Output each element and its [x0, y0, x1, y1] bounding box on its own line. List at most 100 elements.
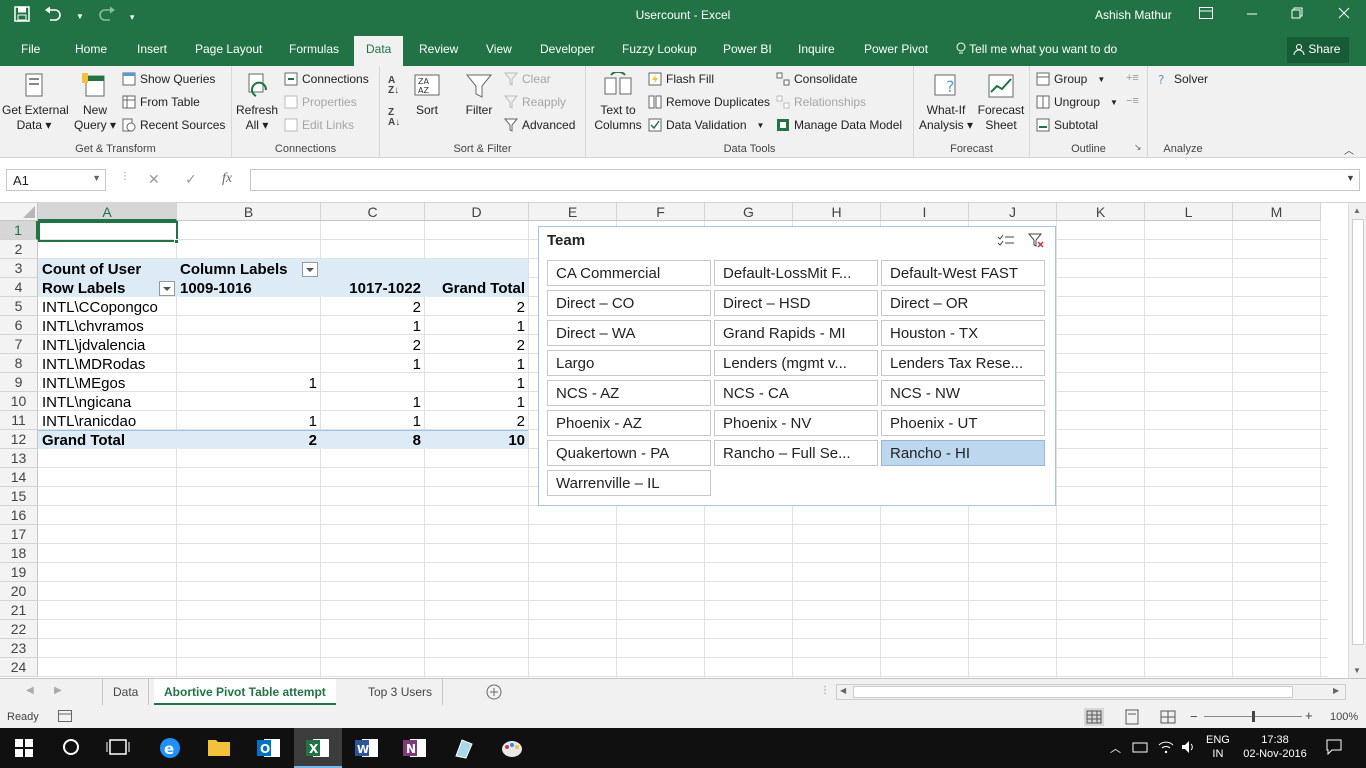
- sort-za-icon[interactable]: Z A↓: [388, 108, 400, 128]
- slicer-item[interactable]: Houston - TX: [881, 320, 1045, 346]
- slicer-item[interactable]: Phoenix - UT: [881, 410, 1045, 436]
- column-header-h[interactable]: H: [793, 203, 881, 221]
- slicer-item[interactable]: Direct – HSD: [714, 290, 878, 316]
- slicer-item[interactable]: Warrenville – IL: [547, 470, 711, 496]
- file-explorer-icon[interactable]: [206, 736, 232, 760]
- new-sheet-icon[interactable]: [485, 683, 503, 704]
- row-header-13[interactable]: 13: [0, 449, 38, 468]
- scroll-left-icon[interactable]: ◀: [840, 686, 846, 695]
- row-header-7[interactable]: 7: [0, 335, 38, 354]
- row-header-23[interactable]: 23: [0, 639, 38, 658]
- notifications-icon[interactable]: [1326, 739, 1342, 758]
- scroll-down-icon[interactable]: ▼: [1353, 666, 1361, 675]
- row-header-20[interactable]: 20: [0, 582, 38, 601]
- forecast-sheet-button[interactable]: Forecast Sheet: [974, 72, 1028, 133]
- clear-filter-icon[interactable]: [1027, 233, 1044, 252]
- row-header-16[interactable]: 16: [0, 506, 38, 525]
- data-validation-button[interactable]: Data Validation ▼: [648, 118, 764, 132]
- what-if-analysis-button[interactable]: ? What-If Analysis ▾: [918, 72, 974, 133]
- tab-file[interactable]: File: [21, 42, 40, 56]
- row-header-3[interactable]: 3: [0, 259, 38, 278]
- pivot-value-cell[interactable]: 2: [321, 336, 424, 355]
- ungroup-button[interactable]: Ungroup ▼: [1036, 95, 1118, 109]
- horizontal-scrollbar[interactable]: ◀ ▶: [836, 684, 1346, 700]
- row-header-21[interactable]: 21: [0, 601, 38, 620]
- row-header-14[interactable]: 14: [0, 468, 38, 487]
- text-to-columns-button[interactable]: Text to Columns: [590, 72, 646, 133]
- user-name[interactable]: Ashish Mathur: [1095, 8, 1172, 22]
- pivot-row-labels[interactable]: Row Labels: [39, 279, 128, 298]
- row-header-2[interactable]: 2: [0, 240, 38, 259]
- filter-button[interactable]: Filter: [462, 72, 496, 118]
- macro-record-icon[interactable]: [58, 710, 72, 725]
- clock[interactable]: 17:38 02-Nov-2016: [1240, 733, 1310, 761]
- edge-browser-icon[interactable]: e: [158, 736, 184, 760]
- row-header-18[interactable]: 18: [0, 544, 38, 563]
- show-hidden-icons[interactable]: ︿: [1110, 740, 1121, 756]
- column-header-m[interactable]: M: [1233, 203, 1321, 221]
- row-header-19[interactable]: 19: [0, 563, 38, 582]
- remove-duplicates-button[interactable]: Remove Duplicates: [648, 95, 770, 109]
- tab-fuzzy-lookup[interactable]: Fuzzy Lookup: [622, 42, 697, 56]
- column-header-c[interactable]: C: [321, 203, 425, 221]
- row-header-1[interactable]: 1: [0, 221, 38, 240]
- search-icon[interactable]: [60, 736, 86, 760]
- pivot-column-header[interactable]: 1017-1022: [321, 279, 424, 298]
- reapply-button[interactable]: Reapply: [504, 95, 566, 109]
- row-header-4[interactable]: 4: [0, 278, 38, 297]
- pivot-value-cell[interactable]: [177, 393, 320, 412]
- from-table-button[interactable]: From Table: [122, 95, 200, 109]
- scroll-sheets-left-icon[interactable]: ◀: [26, 685, 34, 696]
- row-header-8[interactable]: 8: [0, 354, 38, 373]
- row-header-11[interactable]: 11: [0, 411, 38, 430]
- pivot-row-label[interactable]: INTL\ngicana: [39, 393, 134, 412]
- pivot-row-label[interactable]: INTL\MEgos: [39, 374, 128, 393]
- excel-icon[interactable]: X: [294, 728, 342, 768]
- pivot-row-label[interactable]: INTL\jdvalencia: [39, 336, 148, 355]
- pivot-grand-total-value[interactable]: 10: [425, 431, 528, 450]
- row-header-12[interactable]: 12: [0, 430, 38, 449]
- pivot-row-total[interactable]: 1: [425, 374, 528, 393]
- windows-start-icon[interactable]: [14, 736, 40, 760]
- column-header-f[interactable]: F: [617, 203, 705, 221]
- team-slicer[interactable]: Team CA Commercial Default-LossMit F... De…: [538, 226, 1056, 506]
- split-handle-icon[interactable]: ⋮: [820, 685, 830, 696]
- sheet-tab-data[interactable]: Data: [102, 679, 150, 705]
- share-button[interactable]: Share: [1287, 37, 1349, 63]
- sort-az-icon[interactable]: A Z↓: [388, 76, 399, 96]
- tab-page-layout[interactable]: Page Layout: [195, 42, 262, 56]
- flash-fill-button[interactable]: Flash Fill: [648, 72, 714, 86]
- tab-formulas[interactable]: Formulas: [289, 42, 339, 56]
- slicer-item[interactable]: Direct – CO: [547, 290, 711, 316]
- pivot-column-header[interactable]: Grand Total: [425, 279, 528, 298]
- slicer-item[interactable]: Phoenix - NV: [714, 410, 878, 436]
- show-detail-icon[interactable]: +≡: [1126, 72, 1139, 84]
- pivot-grand-total-label[interactable]: Grand Total: [39, 431, 128, 450]
- close-icon[interactable]: [1332, 6, 1356, 22]
- pivot-row-total[interactable]: 2: [425, 336, 528, 355]
- formula-input[interactable]: [250, 169, 1360, 191]
- column-header-d[interactable]: D: [425, 203, 529, 221]
- word-icon[interactable]: W: [354, 736, 380, 760]
- column-header-e[interactable]: E: [529, 203, 617, 221]
- pivot-row-label[interactable]: INTL\MDRodas: [39, 355, 148, 374]
- name-box[interactable]: A1 ▼: [6, 169, 106, 191]
- pivot-value-label[interactable]: Count of User: [39, 260, 144, 279]
- pivot-row-total[interactable]: 2: [425, 412, 528, 431]
- tab-inquire[interactable]: Inquire: [798, 42, 835, 56]
- column-header-a[interactable]: A: [38, 203, 177, 221]
- row-header-15[interactable]: 15: [0, 487, 38, 506]
- vertical-scrollbar[interactable]: ▲ ▼: [1348, 203, 1366, 678]
- pivot-row-total[interactable]: 1: [425, 317, 528, 336]
- clear-filter-button[interactable]: Clear: [504, 72, 551, 86]
- onenote-icon[interactable]: N: [402, 736, 428, 760]
- pivot-row-label[interactable]: INTL\ranicdao: [39, 412, 139, 431]
- column-header-j[interactable]: J: [969, 203, 1057, 221]
- slicer-item[interactable]: CA Commercial: [547, 260, 711, 286]
- edit-links-button[interactable]: Edit Links: [284, 118, 354, 132]
- slicer-item[interactable]: Rancho – Full Se...: [714, 440, 878, 466]
- advanced-filter-button[interactable]: Advanced: [504, 118, 575, 132]
- page-layout-view-icon[interactable]: [1122, 708, 1142, 729]
- row-header-24[interactable]: 24: [0, 658, 38, 677]
- pivot-row-label[interactable]: INTL\CCopongco: [39, 298, 161, 317]
